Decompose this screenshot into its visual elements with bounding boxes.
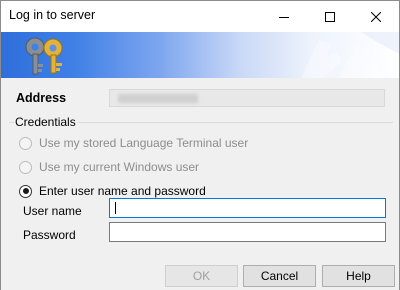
text-caret xyxy=(115,202,116,214)
radio-enter-credentials-circle[interactable] xyxy=(19,184,32,198)
password-input[interactable] xyxy=(109,222,386,242)
radio-stored-user-label: Use my stored Language Terminal user xyxy=(39,136,249,150)
header-banner xyxy=(1,32,399,78)
window-title: Log in to server xyxy=(9,8,96,22)
radio-windows-user-label: Use my current Windows user xyxy=(39,160,200,174)
username-input[interactable] xyxy=(109,198,386,218)
address-label: Address xyxy=(16,91,67,105)
radio-stored-user[interactable]: Use my stored Language Terminal user xyxy=(19,136,248,150)
ok-button[interactable]: OK xyxy=(165,265,238,287)
minimize-icon xyxy=(279,16,289,18)
help-button[interactable]: Help xyxy=(322,265,395,287)
credentials-group: Credentials Use my stored Language Termi… xyxy=(9,115,393,246)
close-button[interactable] xyxy=(353,1,399,32)
address-field xyxy=(109,89,385,107)
username-label: User name xyxy=(23,204,82,218)
dialog-content: Address Credentials Use my stored Langua… xyxy=(1,78,399,290)
cancel-button[interactable]: Cancel xyxy=(243,265,316,287)
radio-windows-user-circle[interactable] xyxy=(19,160,32,174)
address-value-redacted xyxy=(118,94,198,103)
password-label: Password xyxy=(23,228,76,242)
maximize-icon xyxy=(325,11,335,22)
title-bar[interactable]: Log in to server xyxy=(1,1,399,32)
radio-enter-credentials-label: Enter user name and password xyxy=(39,184,206,198)
minimize-button[interactable] xyxy=(261,1,307,32)
radio-enter-credentials[interactable]: Enter user name and password xyxy=(19,184,206,198)
radio-stored-user-circle[interactable] xyxy=(19,136,32,150)
credentials-group-label: Credentials xyxy=(14,115,77,129)
maximize-button[interactable] xyxy=(307,1,353,32)
keys-icon xyxy=(25,37,63,75)
login-dialog: Log in to server Address Credentials Use… xyxy=(0,0,400,290)
close-icon xyxy=(371,11,381,22)
radio-windows-user[interactable]: Use my current Windows user xyxy=(19,160,199,174)
